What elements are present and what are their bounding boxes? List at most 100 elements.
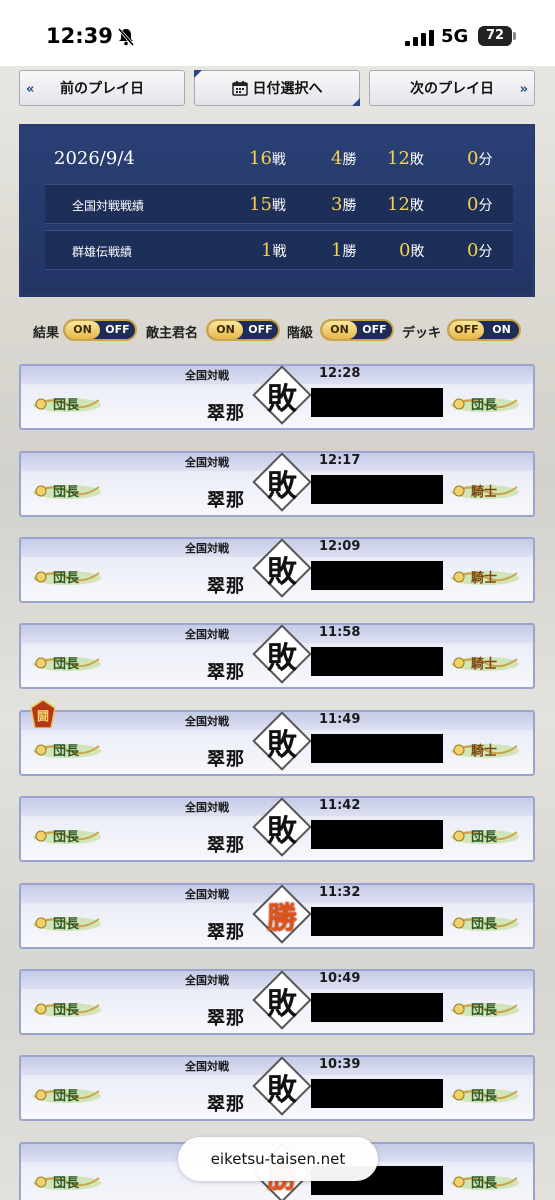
prev-play-day-label: 前のプレイ日 (60, 81, 144, 97)
opponent-rank-label: 団長 (471, 917, 498, 932)
total-wins: 4勝 (331, 148, 357, 169)
corner-ornament (352, 98, 360, 106)
toggle-on: ON (208, 321, 243, 339)
toggle-on: ON (65, 321, 100, 339)
battle-time: 11:42 (319, 798, 361, 813)
battle-record[interactable]: 全国対戦 10:49 団長 翠那 敗 団長 (19, 969, 535, 1035)
summary-national-row: 全国対戦戦績 15戦 3勝 12敗 0分 (45, 184, 513, 224)
battle-time: 12:09 (319, 539, 361, 554)
battle-result: 敗 (267, 382, 297, 417)
battle-time: 11:58 (319, 625, 361, 640)
opponent-rank: 団長 (449, 911, 521, 935)
player-name: 翠那 (207, 662, 245, 683)
player-rank-label: 団長 (53, 830, 80, 845)
opponent-rank-label: 騎士 (471, 485, 498, 500)
battle-time: 10:49 (319, 971, 361, 986)
next-play-day-label: 次のプレイ日 (410, 81, 494, 97)
date-select-label: 日付選択へ (252, 81, 323, 97)
battle-mode: 全国対戦 (185, 888, 229, 901)
opponent-rank-label: 騎士 (471, 744, 498, 759)
toggle-rank[interactable]: ON OFF (320, 319, 394, 341)
player-rank-label: 団長 (53, 744, 80, 759)
battle-mode: 全国対戦 (185, 1060, 229, 1073)
total-losses: 12敗 (387, 148, 424, 169)
gunyuden-draws: 0分 (467, 240, 493, 261)
toggle-deck[interactable]: ON OFF (447, 319, 521, 341)
battle-record[interactable]: 全国対戦 12:28 団長 翠那 敗 団長 (19, 364, 535, 430)
toggle-result[interactable]: ON OFF (63, 319, 137, 341)
player-rank-label: 団長 (53, 485, 80, 500)
corner-ornament (194, 70, 202, 78)
battle-record[interactable]: 全国対戦 12:09 団長 翠那 敗 騎士 (19, 537, 535, 603)
battle-time: 12:28 (319, 366, 361, 381)
double-chevron-right-icon: » (519, 82, 528, 97)
gunyuden-record-label: 群雄伝戦績 (72, 245, 133, 259)
battle-result: 敗 (267, 814, 297, 849)
player-name: 翠那 (207, 835, 245, 856)
national-draws: 0分 (467, 194, 493, 215)
player-rank: 団長 (31, 1083, 103, 1107)
player-rank-label: 団長 (53, 398, 80, 413)
battle-mode: 全国対戦 (185, 456, 229, 469)
opponent-rank: 騎士 (449, 565, 521, 589)
opponent-rank: 騎士 (449, 651, 521, 675)
battle-mode: 全国対戦 (185, 542, 229, 555)
national-wins: 3勝 (331, 194, 357, 215)
opponent-name-redacted (311, 820, 443, 849)
battle-time: 12:17 (319, 453, 361, 468)
opponent-rank-label: 騎士 (471, 657, 498, 672)
summary-panel: 2026/9/4 16戦 4勝 12敗 0分 全国対戦戦績 15戦 3勝 12敗… (19, 124, 535, 297)
battle-time: 10:39 (319, 1057, 361, 1072)
opponent-rank: 騎士 (449, 479, 521, 503)
battery-icon: 72 (478, 26, 516, 46)
player-name: 翠那 (207, 403, 245, 424)
opponent-name-redacted (311, 734, 443, 763)
next-play-day-button[interactable]: 次のプレイ日 » (369, 70, 535, 106)
status-time: 12:39 (46, 24, 113, 48)
opponent-name-redacted (311, 388, 443, 417)
network-type: 5G (441, 26, 469, 47)
battle-time: 11:32 (319, 885, 361, 900)
player-rank-label: 団長 (53, 917, 80, 932)
total-draws: 0分 (467, 148, 493, 169)
prev-play-day-button[interactable]: « 前のプレイ日 (19, 70, 185, 106)
toggle-enemy-name[interactable]: ON OFF (206, 319, 280, 341)
battle-record[interactable]: 全国対戦 11:58 団長 翠那 敗 騎士 (19, 623, 535, 689)
battery-tip (513, 32, 516, 40)
toggle-off: OFF (362, 323, 387, 336)
player-name: 翠那 (207, 922, 245, 943)
battle-result: 敗 (267, 555, 297, 590)
battle-result: 敗 (267, 641, 297, 676)
opponent-rank: 騎士 (449, 738, 521, 762)
date-select-button[interactable]: 日付選択へ (194, 70, 360, 106)
toggle-result-label: 結果 (33, 326, 60, 341)
summary-gunyuden-row: 群雄伝戦績 1戦 1勝 0敗 0分 (45, 230, 513, 270)
total-battles: 16戦 (249, 148, 286, 169)
opponent-rank-label: 団長 (471, 398, 498, 413)
opponent-rank: 団長 (449, 997, 521, 1021)
opponent-rank-label: 団長 (471, 1003, 498, 1018)
battle-record[interactable]: 全国対戦 11:42 団長 翠那 敗 団長 (19, 796, 535, 862)
opponent-rank: 団長 (449, 824, 521, 848)
player-rank: 団長 (31, 651, 103, 675)
opponent-rank: 団長 (449, 1083, 521, 1107)
player-rank: 団長 (31, 911, 103, 935)
player-rank-label: 団長 (53, 571, 80, 586)
bell-slash-icon (117, 28, 135, 46)
url-bar[interactable]: eiketsu-taisen.net (178, 1137, 378, 1181)
battle-mode: 全国対戦 (185, 974, 229, 987)
summary-date: 2026/9/4 (54, 148, 135, 169)
opponent-rank-label: 団長 (471, 1089, 498, 1104)
battle-record[interactable]: 全国対戦 10:39 団長 翠那 敗 団長 (19, 1055, 535, 1121)
battle-mode: 全国対戦 (185, 715, 229, 728)
player-rank: 団長 (31, 738, 103, 762)
battle-mode: 全国対戦 (185, 801, 229, 814)
battle-record[interactable]: 全国対戦 12:17 団長 翠那 敗 騎士 (19, 451, 535, 517)
player-name: 翠那 (207, 576, 245, 597)
fighter-badge-icon: 闘 (30, 699, 56, 729)
player-name: 翠那 (207, 490, 245, 511)
battle-record[interactable]: 闘 全国対戦 11:49 団長 翠那 敗 騎士 (19, 699, 535, 776)
battle-record[interactable]: 全国対戦 11:32 団長 翠那 勝 団長 (19, 883, 535, 949)
national-losses: 12敗 (387, 194, 424, 215)
gunyuden-losses: 0敗 (399, 240, 425, 261)
